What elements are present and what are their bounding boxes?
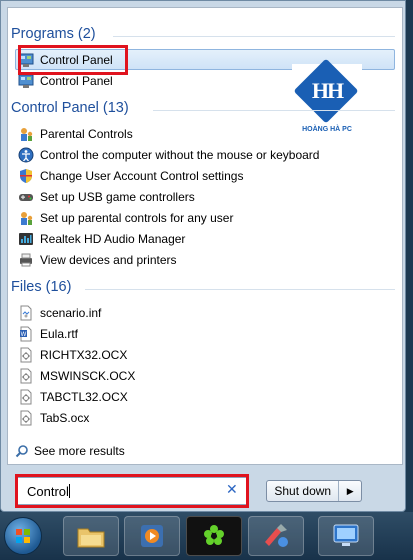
ocx-file-icon (18, 389, 34, 405)
audio-manager-icon (18, 231, 34, 247)
magnifier-icon (15, 444, 29, 458)
svg-text:W: W (21, 332, 27, 338)
cp-item-parental-controls-any-user[interactable]: Set up parental controls for any user (18, 208, 233, 228)
highlight-box-search (15, 474, 249, 508)
logo-letters: HH (311, 78, 344, 103)
start-orb-icon[interactable] (4, 517, 42, 555)
ocx-file-icon (18, 368, 34, 384)
file-item[interactable]: TabS.ocx (18, 408, 89, 428)
item-label: TabS.ocx (40, 411, 90, 425)
file-item[interactable]: MSWINSCK.OCX (18, 366, 135, 386)
control-panel-icon (18, 73, 34, 89)
ocx-file-icon (18, 347, 34, 363)
parental-controls-icon (18, 210, 34, 226)
parental-controls-icon (18, 126, 34, 142)
item-label: Change User Account Control settings (40, 169, 244, 183)
taskbar-media-player-icon[interactable] (124, 516, 180, 556)
item-label: Control Panel (40, 74, 113, 88)
item-label: Set up parental controls for any user (40, 211, 234, 225)
item-label: Realtek HD Audio Manager (40, 232, 186, 246)
cp-item-control-without-mouse[interactable]: Control the computer without the mouse o… (18, 145, 319, 165)
see-more-label: See more results (34, 444, 125, 458)
taskbar-file-explorer-icon[interactable] (63, 516, 119, 556)
uac-shield-icon (18, 168, 34, 184)
cp-item-uac-settings[interactable]: Change User Account Control settings (18, 166, 243, 186)
highlight-box-control-panel (18, 45, 128, 75)
section-files-title[interactable]: Files (16) (11, 279, 71, 295)
start-menu: Programs (2) Control Panel Control Panel… (0, 0, 406, 512)
section-programs-title[interactable]: Programs (2) (11, 26, 96, 42)
item-label: TABCTL32.OCX (40, 390, 128, 404)
cp-item-parental-controls[interactable]: Parental Controls (18, 124, 133, 144)
section-control-panel-title[interactable]: Control Panel (13) (11, 100, 129, 116)
rtf-file-icon: W (18, 326, 34, 342)
item-label: RICHTX32.OCX (40, 348, 128, 362)
item-label: Eula.rtf (40, 327, 79, 341)
divider (85, 289, 395, 290)
shutdown-options-arrow-icon[interactable]: ▶ (339, 481, 361, 501)
file-item[interactable]: W Eula.rtf (18, 324, 78, 344)
shutdown-button[interactable]: Shut down (267, 481, 340, 501)
file-item[interactable]: RICHTX32.OCX (18, 345, 127, 365)
file-item[interactable]: scenario.inf (18, 303, 101, 323)
divider (113, 36, 395, 37)
see-more-results-link[interactable]: See more results (15, 444, 125, 458)
item-label: scenario.inf (40, 306, 102, 320)
item-label: Parental Controls (40, 127, 133, 141)
taskbar-remote-desktop-icon[interactable] (318, 516, 374, 556)
watermark-logo: HH HOÀNG HÀ PC (292, 58, 362, 142)
logo-name: HOÀNG HÀ PC (302, 126, 352, 133)
shutdown-button-group: Shut down ▶ (266, 480, 362, 502)
inf-file-icon (18, 305, 34, 321)
game-controller-icon (18, 189, 34, 205)
ease-of-access-icon (18, 147, 34, 163)
cp-item-devices-printers[interactable]: View devices and printers (18, 250, 177, 270)
taskbar-green-flower-app-icon[interactable] (186, 516, 242, 556)
item-label: View devices and printers (40, 253, 177, 267)
item-label: Control the computer without the mouse o… (40, 148, 320, 162)
cp-item-realtek-audio[interactable]: Realtek HD Audio Manager (18, 229, 185, 249)
item-label: Set up USB game controllers (40, 190, 195, 204)
divider (153, 110, 395, 111)
cp-item-usb-game-controllers[interactable]: Set up USB game controllers (18, 187, 195, 207)
ocx-file-icon (18, 410, 34, 426)
file-item[interactable]: TABCTL32.OCX (18, 387, 128, 407)
taskbar-paint-app-icon[interactable] (248, 516, 304, 556)
devices-printers-icon (18, 252, 34, 268)
item-label: MSWINSCK.OCX (40, 369, 136, 383)
